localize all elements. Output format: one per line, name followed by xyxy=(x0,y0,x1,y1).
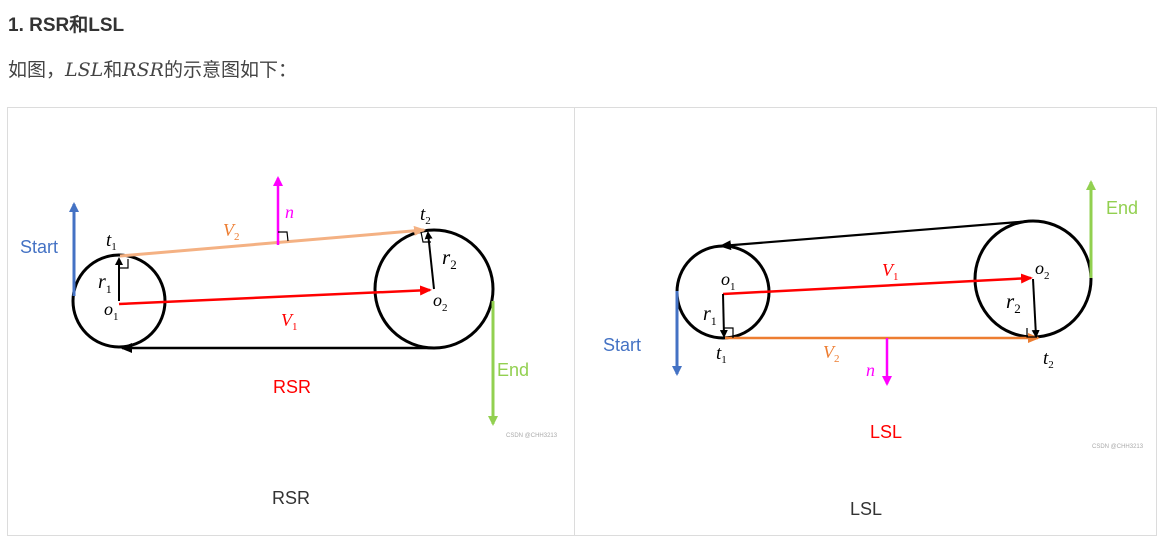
rsr-figure-cell: Start End t1 r1 o1 t2 r2 o2 V2 V1 n RSR … xyxy=(8,108,575,535)
rsr-t1-label: t1 xyxy=(106,230,117,253)
rsr-watermark: CSDN @CHH3213 xyxy=(506,433,558,439)
rsr-v1-label: V1 xyxy=(281,310,298,333)
lsl-start-label: Start xyxy=(603,335,641,355)
intro-prefix: 如图， xyxy=(8,60,66,81)
lsl-r1-label: r1 xyxy=(703,303,717,328)
rsr-o2-label: o2 xyxy=(433,290,448,314)
rsr-o1-label: o1 xyxy=(104,299,119,323)
rsr-t2-label: t2 xyxy=(420,204,431,227)
rsr-caption: RSR xyxy=(272,488,311,508)
rsr-t1-right-angle xyxy=(119,259,129,269)
lsl-r2-arrow xyxy=(1031,278,1040,338)
intro-mid: 和 xyxy=(103,60,123,81)
lsl-n-label: n xyxy=(866,360,875,380)
lsl-t2-label: t2 xyxy=(1043,348,1054,371)
lsl-watermark: CSDN @CHH3213 xyxy=(1092,444,1144,450)
lsl-figure-cell: Start End o1 r1 t1 o2 r2 t2 V1 V2 n LSL … xyxy=(575,108,1156,535)
rsr-r2-label: r2 xyxy=(442,245,457,272)
lsl-caption: LSL xyxy=(850,499,883,519)
rsr-v2-arrow xyxy=(119,225,426,258)
lsl-o2-label: o2 xyxy=(1035,258,1050,282)
rsr-r1-label: r1 xyxy=(98,271,112,296)
lsl-diagram: Start End o1 r1 t1 o2 r2 t2 V1 V2 n LSL … xyxy=(603,180,1144,450)
lsl-end-label: End xyxy=(1106,198,1138,218)
rsr-start-label: Start xyxy=(20,237,58,257)
lsl-v2-label: V2 xyxy=(823,342,840,365)
lsl-r1-arrow xyxy=(719,293,728,338)
lsl-r2-label: r2 xyxy=(1006,289,1021,316)
rsr-n-right-angle xyxy=(278,231,289,242)
lsl-top-line xyxy=(719,219,1032,251)
rsr-n-label: n xyxy=(285,202,294,222)
lsl-title: LSL xyxy=(870,422,902,442)
figure-table: Start End t1 r1 o1 t2 r2 o2 V2 V1 n RSR … xyxy=(7,107,1157,536)
intro-math-rsr: RSR xyxy=(122,59,164,81)
rsr-end-label: End xyxy=(497,360,529,380)
rsr-v2-label: V2 xyxy=(223,220,240,243)
lsl-o1-label: o1 xyxy=(721,269,736,293)
intro-suffix: 的示意图如下： xyxy=(163,60,297,81)
rsr-diagram: Start End t1 r1 o1 t2 r2 o2 V2 V1 n RSR … xyxy=(20,176,558,439)
intro-paragraph: 如图，LSL和RSR的示意图如下： xyxy=(8,55,297,82)
rsr-title: RSR xyxy=(273,377,311,397)
lsl-t1-label: t1 xyxy=(716,343,727,366)
lsl-v1-label: V1 xyxy=(882,260,899,283)
section-heading: 1. RSR和LSL xyxy=(8,15,125,36)
intro-math-lsl: LSL xyxy=(65,59,104,81)
